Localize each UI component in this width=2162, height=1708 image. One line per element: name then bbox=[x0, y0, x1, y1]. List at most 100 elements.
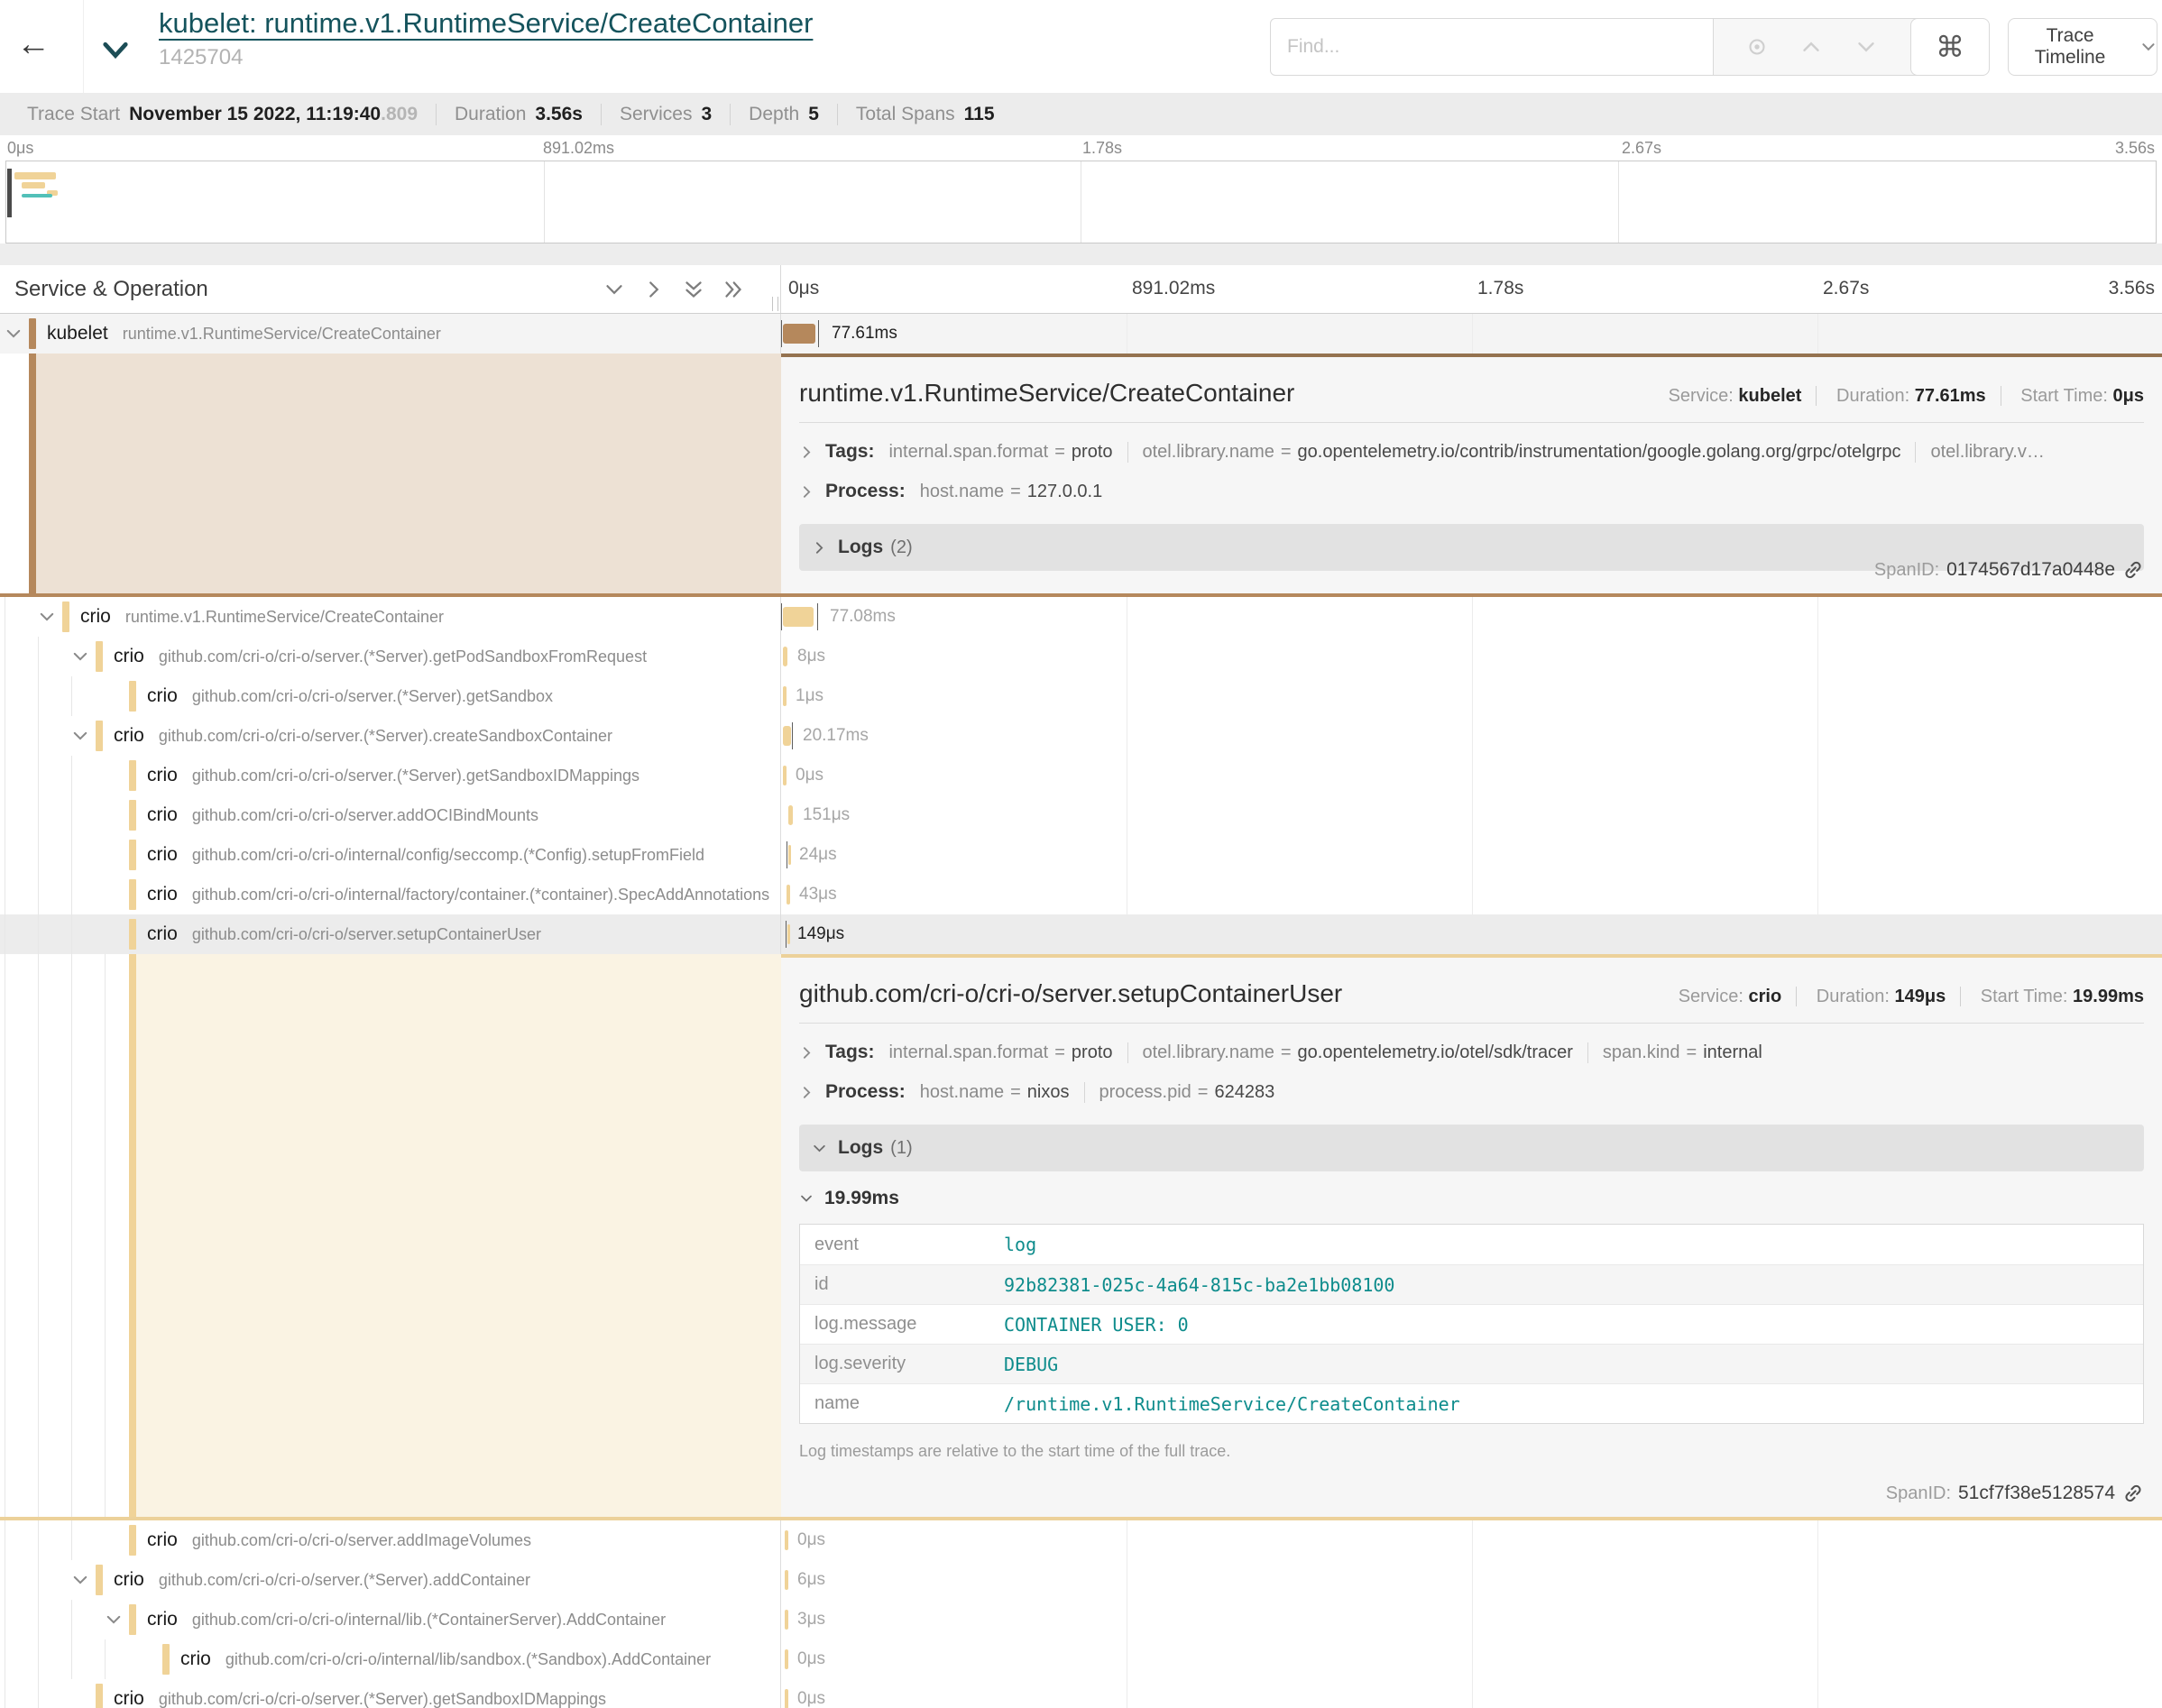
span-bar[interactable] bbox=[788, 845, 791, 865]
span-timeline-cell[interactable]: 1μs bbox=[781, 676, 2162, 716]
minimap-tick: 3.56s bbox=[2115, 139, 2155, 158]
link-icon[interactable] bbox=[2122, 559, 2144, 581]
span-row[interactable]: criogithub.com/cri-o/cri-o/server.(*Serv… bbox=[0, 637, 2162, 676]
timeline-tick: 3.56s bbox=[2109, 278, 2155, 299]
span-row[interactable]: criogithub.com/cri-o/cri-o/server.(*Serv… bbox=[0, 716, 2162, 756]
span-row[interactable]: criogithub.com/cri-o/cri-o/internal/conf… bbox=[0, 835, 2162, 875]
tag-item: span.kind=internal bbox=[1603, 1042, 1777, 1063]
log-marker[interactable] bbox=[781, 603, 782, 630]
service-name: crio bbox=[147, 884, 178, 905]
view-selector-dropdown[interactable]: Trace Timeline bbox=[2008, 18, 2157, 76]
log-marker[interactable] bbox=[817, 603, 818, 630]
link-icon[interactable] bbox=[2122, 1483, 2144, 1504]
keyboard-shortcuts-command-icon[interactable]: ⌘ bbox=[1910, 18, 1990, 76]
log-marker[interactable] bbox=[786, 921, 787, 948]
process-accordion[interactable]: Process: host.name=nixos process.pid=624… bbox=[799, 1081, 2144, 1103]
trace-collapse-chevron-down-icon[interactable] bbox=[99, 34, 132, 67]
span-row[interactable]: criogithub.com/cri-o/cri-o/internal/lib/… bbox=[0, 1639, 2162, 1679]
trace-summary-bar: Trace StartNovember 15 2022, 11:19:40.80… bbox=[0, 93, 2162, 135]
log-marker[interactable] bbox=[818, 320, 819, 347]
service-name: crio bbox=[80, 606, 111, 628]
span-row[interactable]: criogithub.com/cri-o/cri-o/server.addIma… bbox=[0, 1520, 2162, 1560]
span-id: SpanID:0174567d17a0448e bbox=[1874, 559, 2144, 581]
column-resize-handle[interactable] bbox=[772, 297, 778, 311]
locate-icon[interactable] bbox=[1746, 36, 1768, 58]
span-bar[interactable] bbox=[783, 324, 815, 344]
find-group bbox=[1270, 18, 1964, 76]
span-bar[interactable] bbox=[785, 1530, 788, 1550]
span-timeline-cell[interactable]: 20.17ms bbox=[781, 716, 2162, 756]
expand-all-double-chevron-right-icon[interactable] bbox=[722, 279, 744, 300]
process-item: host.name=nixos bbox=[920, 1082, 1085, 1103]
span-row[interactable]: criogithub.com/cri-o/cri-o/server.(*Serv… bbox=[0, 676, 2162, 716]
span-timeline-cell[interactable]: 8μs bbox=[781, 637, 2162, 676]
tag-item: otel.library.name=go.opentelemetry.io/ot… bbox=[1143, 1042, 1588, 1063]
span-bar[interactable] bbox=[785, 1610, 788, 1630]
span-bar[interactable] bbox=[787, 885, 790, 905]
chevron-down-icon[interactable] bbox=[105, 1611, 123, 1629]
span-bar[interactable] bbox=[785, 1570, 788, 1590]
minimap-canvas[interactable] bbox=[5, 161, 2157, 243]
span-timeline-cell[interactable]: 6μs bbox=[781, 1560, 2162, 1600]
chevron-down-icon[interactable] bbox=[38, 608, 56, 626]
collapse-all-double-chevron-down-icon[interactable] bbox=[683, 279, 704, 300]
span-timeline-cell[interactable]: 0μs bbox=[781, 1679, 2162, 1708]
find-input[interactable] bbox=[1270, 18, 1714, 76]
span-row-selected[interactable]: criogithub.com/cri-o/cri-o/server.setupC… bbox=[0, 914, 2162, 954]
process-accordion[interactable]: Process: host.name=127.0.0.1 bbox=[799, 481, 2144, 502]
find-prev-chevron-up-icon[interactable] bbox=[1800, 36, 1822, 58]
find-next-chevron-down-icon[interactable] bbox=[1855, 36, 1877, 58]
span-timeline-cell[interactable]: 77.61ms bbox=[781, 314, 2162, 354]
span-bar[interactable] bbox=[783, 726, 791, 746]
span-timeline-cell[interactable]: 149μs bbox=[781, 914, 2162, 954]
chevron-down-icon[interactable] bbox=[71, 647, 89, 666]
detail-left-fill bbox=[136, 954, 781, 1517]
span-row[interactable]: criogithub.com/cri-o/cri-o/internal/fact… bbox=[0, 875, 2162, 914]
span-timeline-cell[interactable]: 0μs bbox=[781, 1639, 2162, 1679]
span-row[interactable]: criogithub.com/cri-o/cri-o/server.(*Serv… bbox=[0, 756, 2162, 795]
span-timeline-cell[interactable]: 0μs bbox=[781, 756, 2162, 795]
chevron-down-icon[interactable] bbox=[71, 1571, 89, 1589]
service-name: crio bbox=[114, 725, 144, 747]
logs-count: (1) bbox=[890, 1138, 912, 1159]
tags-accordion[interactable]: Tags: internal.span.format=proto otel.li… bbox=[799, 1042, 2144, 1063]
span-row[interactable]: kubeletruntime.v1.RuntimeService/CreateC… bbox=[0, 314, 2162, 354]
service-color-bar bbox=[96, 721, 103, 751]
service-name: crio bbox=[114, 646, 144, 667]
logs-accordion-expanded[interactable]: Logs (1) bbox=[799, 1125, 2144, 1171]
span-bar[interactable] bbox=[787, 924, 790, 944]
chevron-down-icon[interactable] bbox=[5, 325, 23, 343]
span-bar[interactable] bbox=[785, 1649, 788, 1669]
span-bar[interactable] bbox=[783, 686, 787, 706]
service-name: crio bbox=[180, 1648, 211, 1670]
span-timeline-cell[interactable]: 43μs bbox=[781, 875, 2162, 914]
span-bar[interactable] bbox=[785, 1689, 788, 1708]
span-timeline-cell[interactable]: 24μs bbox=[781, 835, 2162, 875]
trace-title-link[interactable]: kubelet: runtime.v1.RuntimeService/Creat… bbox=[159, 7, 813, 40]
chevron-down-icon[interactable] bbox=[71, 727, 89, 745]
trace-start: Trace StartNovember 15 2022, 11:19:40.80… bbox=[9, 104, 437, 125]
span-timeline-cell[interactable]: 77.08ms bbox=[781, 597, 2162, 637]
service-color-bar bbox=[29, 318, 36, 349]
collapse-one-chevron-down-icon[interactable] bbox=[603, 279, 625, 300]
span-bar[interactable] bbox=[788, 805, 793, 825]
span-bar[interactable] bbox=[783, 766, 787, 785]
span-timeline-cell[interactable]: 0μs bbox=[781, 1520, 2162, 1560]
span-timeline-cell[interactable]: 3μs bbox=[781, 1600, 2162, 1639]
span-row[interactable]: criogithub.com/cri-o/cri-o/server.(*Serv… bbox=[0, 1560, 2162, 1600]
span-timeline-cell[interactable]: 151μs bbox=[781, 795, 2162, 835]
log-entry-timestamp[interactable]: 19.99ms bbox=[799, 1188, 2144, 1209]
span-bar[interactable] bbox=[783, 647, 787, 666]
minimap-viewport-scrubber[interactable] bbox=[7, 169, 12, 217]
log-marker[interactable] bbox=[781, 320, 782, 347]
expand-one-chevron-right-icon[interactable] bbox=[643, 279, 665, 300]
span-row[interactable]: crioruntime.v1.RuntimeService/CreateCont… bbox=[0, 597, 2162, 637]
trace-id: 1425704 bbox=[159, 45, 813, 70]
span-row[interactable]: criogithub.com/cri-o/cri-o/internal/lib.… bbox=[0, 1600, 2162, 1639]
log-marker[interactable] bbox=[792, 722, 793, 749]
tags-accordion[interactable]: Tags: internal.span.format=proto otel.li… bbox=[799, 441, 2144, 463]
span-row[interactable]: criogithub.com/cri-o/cri-o/server.addOCI… bbox=[0, 795, 2162, 835]
span-row[interactable]: criogithub.com/cri-o/cri-o/server.(*Serv… bbox=[0, 1679, 2162, 1708]
span-bar[interactable] bbox=[783, 607, 814, 627]
back-icon[interactable]: ← bbox=[16, 27, 51, 61]
